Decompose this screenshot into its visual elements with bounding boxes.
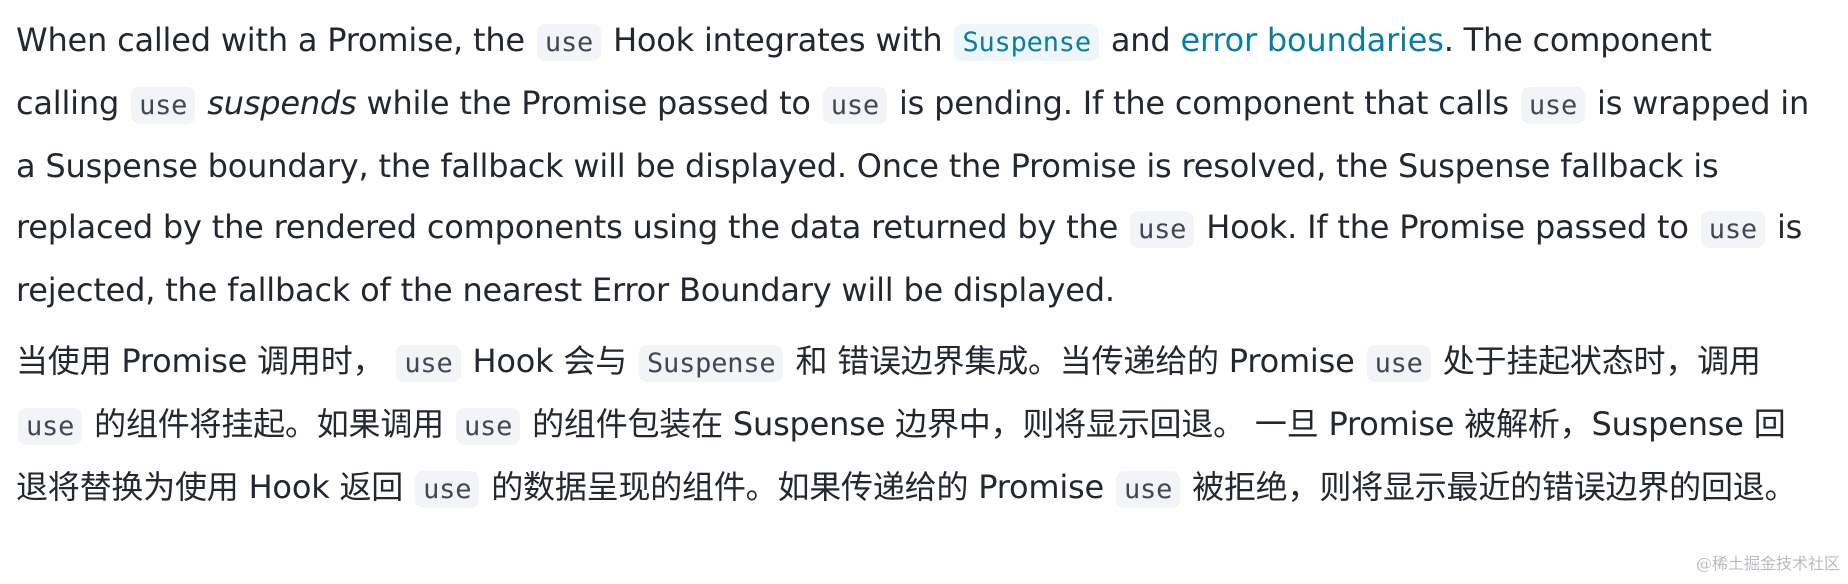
code-use: use <box>1366 345 1431 382</box>
text-segment: 的数据呈现的组件。如果传递给的 Promise <box>491 468 1105 506</box>
code-use: use <box>1520 87 1586 124</box>
text-segment: 和 错误边界集成。当传递给的 Promise <box>795 342 1355 380</box>
text-segment: 处于挂起状态时，调用 <box>1442 342 1761 380</box>
link-error-boundaries[interactable]: error boundaries <box>1180 21 1443 59</box>
text-segment: Hook. If the Promise passed to <box>1206 208 1689 246</box>
text-segment: Hook 会与 <box>472 342 628 380</box>
paragraph-chinese: 当使用 Promise 调用时， use Hook 会与 Suspense 和 … <box>16 331 1816 520</box>
code-use: use <box>455 408 521 445</box>
code-use: use <box>1116 471 1181 508</box>
code-use: use <box>1130 211 1195 248</box>
code-use: use <box>18 408 83 445</box>
code-use: use <box>415 471 480 508</box>
code-suspense: Suspense <box>639 345 784 382</box>
watermark: @稀土掘金技术社区 <box>1695 554 1840 573</box>
text-segment: 的组件将挂起。如果调用 <box>94 405 444 443</box>
paragraph-english: When called with a Promise, the use Hook… <box>16 10 1816 321</box>
code-link-suspense[interactable]: Suspense <box>954 24 1099 61</box>
text-segment: 当使用 Promise 调用时， <box>16 342 385 380</box>
code-use: use <box>536 24 602 61</box>
emphasis-suspends: suspends <box>207 84 357 122</box>
text-segment: Hook integrates with <box>613 21 943 59</box>
text-segment: 被拒绝，则将显示最近的错误边界的回退。 <box>1192 468 1797 506</box>
text-segment: and <box>1110 21 1171 59</box>
text-segment: is pending. If the component that calls <box>898 84 1509 122</box>
text-segment: When called with a Promise, the <box>16 21 525 59</box>
document-body: When called with a Promise, the use Hook… <box>16 10 1816 520</box>
code-use: use <box>822 87 887 124</box>
code-use: use <box>1700 211 1765 248</box>
text-segment: while the Promise passed to <box>366 84 812 122</box>
code-use: use <box>131 87 196 124</box>
code-use: use <box>396 345 461 382</box>
